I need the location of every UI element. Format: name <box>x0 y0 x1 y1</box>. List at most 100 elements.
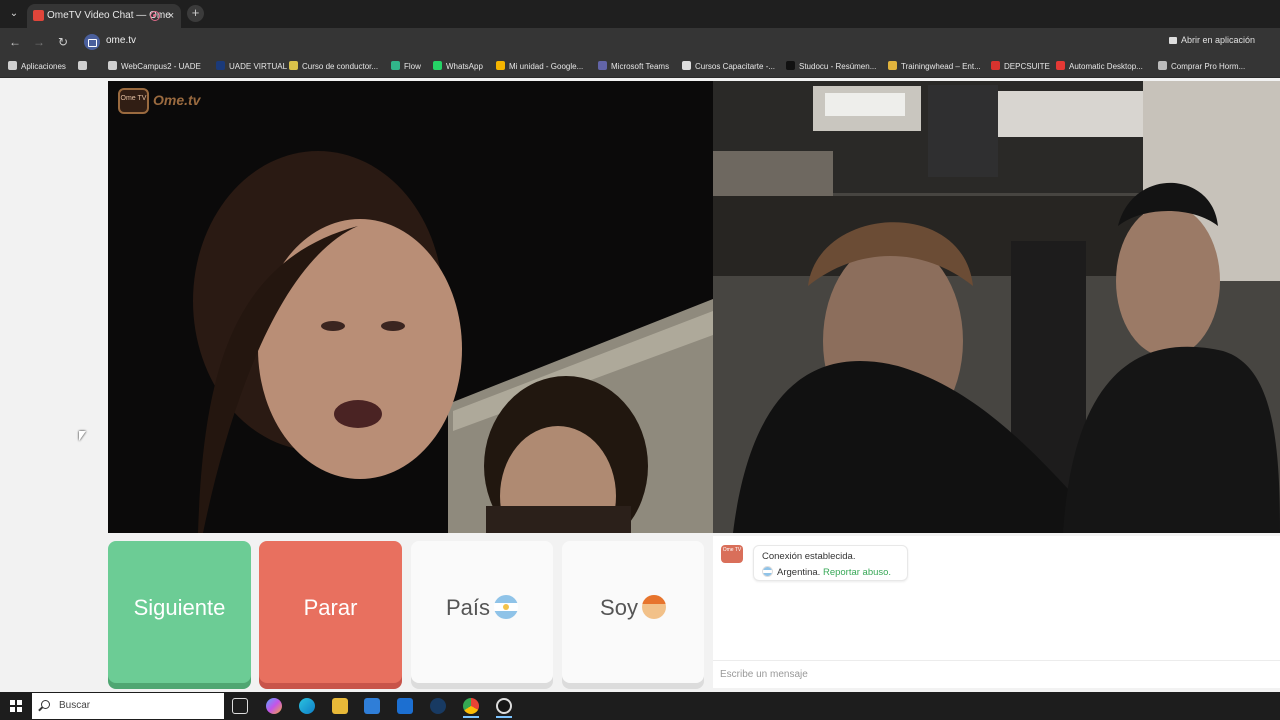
windows-taskbar: Buscar <box>0 692 1280 720</box>
ometv-chat-logo-icon: Ome TV <box>721 545 743 563</box>
argentina-mini-flag-icon <box>762 566 773 577</box>
steam-icon[interactable] <box>430 698 446 714</box>
active-tab[interactable]: OmeTV Video Chat — Ome × <box>27 4 181 28</box>
search-icon <box>41 700 50 709</box>
stop-button[interactable]: Parar <box>259 541 402 683</box>
bookmark-item[interactable]: Flow <box>391 61 421 73</box>
bookmark-item[interactable]: WhatsApp <box>433 61 483 73</box>
bookmark-item[interactable]: Trainingwhead – Ent... <box>888 61 981 73</box>
back-arrow-icon[interactable]: ← <box>7 34 23 50</box>
whatsapp-icon <box>433 61 442 70</box>
open-in-app-button[interactable]: Abrir en aplicación <box>1169 35 1255 45</box>
bookmark-item[interactable]: UADE VIRTUAL <box>216 61 287 73</box>
automatic-icon <box>1056 61 1065 70</box>
bookmark-item[interactable]: Curso de conductor... <box>289 61 378 73</box>
bookmark-label: Studocu - Resúmen... <box>799 62 877 71</box>
bookmark-label: DEPCSUITE <box>1004 62 1050 71</box>
mouse-cursor-icon <box>79 431 86 441</box>
studocu-icon <box>786 61 795 70</box>
bookmark-item[interactable]: Mi unidad - Google... <box>496 61 583 73</box>
browser-toolbar: ← → ↻ ome.tv Abrir en aplicación <box>0 28 1280 56</box>
bookmark-label: Mi unidad - Google... <box>509 62 584 71</box>
gender-button[interactable]: Soy <box>562 541 704 683</box>
tab-close-icon[interactable]: × <box>165 4 177 28</box>
bookmark-item[interactable]: Comprar Pro Horm... <box>1158 61 1245 73</box>
bookmark-item[interactable]: Automatic Desktop... <box>1056 61 1143 73</box>
country-button[interactable]: País <box>411 541 553 683</box>
self-video <box>713 81 1280 533</box>
bookmark-item[interactable]: Studocu - Resúmen... <box>786 61 876 73</box>
bookmark-item[interactable]: Cursos Capacitarte -... <box>682 61 775 73</box>
partner-video: Ome TV Ome.tv <box>108 81 713 533</box>
message-input[interactable]: Escribe un mensaje <box>713 660 1280 688</box>
bookmark-label: Flow <box>404 62 421 71</box>
bookmark-label: UADE VIRTUAL <box>229 62 288 71</box>
tv-logo-icon: Ome TV <box>118 88 149 114</box>
chat-panel: Ome TV Conexión establecida. Argentina. … <box>713 536 1280 688</box>
bookmark-label: WhatsApp <box>446 62 483 71</box>
argentina-flag-icon <box>494 595 519 619</box>
grid-icon <box>78 61 87 70</box>
drive-icon <box>496 61 505 70</box>
uade-icon <box>216 61 225 70</box>
partner-video-frame <box>108 81 713 533</box>
system-message: Conexión establecida. Argentina. Reporta… <box>753 545 908 581</box>
bookmark-item[interactable]: WebCampus2 - UADE <box>108 61 201 73</box>
tab-list-chevron-icon[interactable]: ⌄ <box>5 6 23 22</box>
person-emoji-icon <box>641 595 666 619</box>
teams-icon <box>598 61 607 70</box>
bookmark-item[interactable]: Microsoft Teams <box>598 61 669 73</box>
gender-button-label: Soy <box>600 595 638 620</box>
site-info-icon[interactable] <box>84 34 100 50</box>
obs-active-indicator <box>496 716 512 718</box>
report-abuse-link[interactable]: Reportar abuso. <box>823 567 891 578</box>
next-button[interactable]: Siguiente <box>108 541 251 683</box>
task-view-icon[interactable] <box>232 698 248 714</box>
bookmark-label: Comprar Pro Horm... <box>1171 62 1246 71</box>
ometv-logo[interactable]: Ome TV Ome.tv <box>118 88 210 114</box>
bookmark-label: Automatic Desktop... <box>1069 62 1143 71</box>
outlook-icon[interactable] <box>397 698 413 714</box>
country-line: Argentina. Reportar abuso. <box>762 566 891 578</box>
bookmark-label: Microsoft Teams <box>611 62 670 71</box>
bookmark-label: Aplicaciones <box>21 62 66 71</box>
ometv-favicon-icon <box>33 10 44 21</box>
flow-icon <box>391 61 400 70</box>
globe-icon <box>108 61 117 70</box>
bookmark-item[interactable]: DEPCSUITE <box>991 61 1050 73</box>
app-window-icon <box>1169 37 1177 44</box>
connection-status: Conexión establecida. <box>762 551 856 562</box>
address-bar[interactable]: ome.tv <box>106 35 136 46</box>
windows-start-icon[interactable] <box>10 700 22 712</box>
chrome-active-indicator <box>463 716 479 718</box>
explorer-icon[interactable] <box>332 698 348 714</box>
logo-text: Ome.tv <box>153 92 201 108</box>
trainingwhead-icon <box>888 61 897 70</box>
bookmark-item[interactable]: Aplicaciones <box>8 61 66 73</box>
chrome-icon[interactable] <box>463 698 479 714</box>
bookmark-label: Trainingwhead – Ent... <box>901 62 981 71</box>
obs-icon[interactable] <box>496 698 512 714</box>
browser-title-bar: ⌄ OmeTV Video Chat — Ome × + <box>0 0 1280 28</box>
recording-icon <box>150 11 160 21</box>
bookmark-label: Curso de conductor... <box>302 62 379 71</box>
folder-icon <box>289 61 298 70</box>
bookmark-label: Cursos Capacitarte -... <box>695 62 776 71</box>
bookmarks-bar: Aplicaciones WebCampus2 - UADE UADE VIRTUA… <box>0 56 1280 78</box>
depcsuite-icon <box>991 61 1000 70</box>
copilot-icon[interactable] <box>266 698 282 714</box>
capacitarte-icon <box>682 61 691 70</box>
partner-country: Argentina. <box>777 567 821 578</box>
bookmark-item[interactable] <box>78 61 91 73</box>
self-video-frame <box>713 81 1280 533</box>
store-icon[interactable] <box>364 698 380 714</box>
new-tab-button[interactable]: + <box>187 5 204 22</box>
shop-icon <box>1158 61 1167 70</box>
reload-icon[interactable]: ↻ <box>55 34 71 50</box>
edge-icon[interactable] <box>299 698 315 714</box>
taskbar-search-input[interactable]: Buscar <box>32 693 224 719</box>
forward-arrow-icon[interactable]: → <box>31 34 47 50</box>
country-button-label: País <box>445 595 491 620</box>
bookmark-label: WebCampus2 - UADE <box>121 62 201 71</box>
ometv-page: Ome TV Ome.tv Siguiente Parar País Soy O… <box>0 79 1280 692</box>
